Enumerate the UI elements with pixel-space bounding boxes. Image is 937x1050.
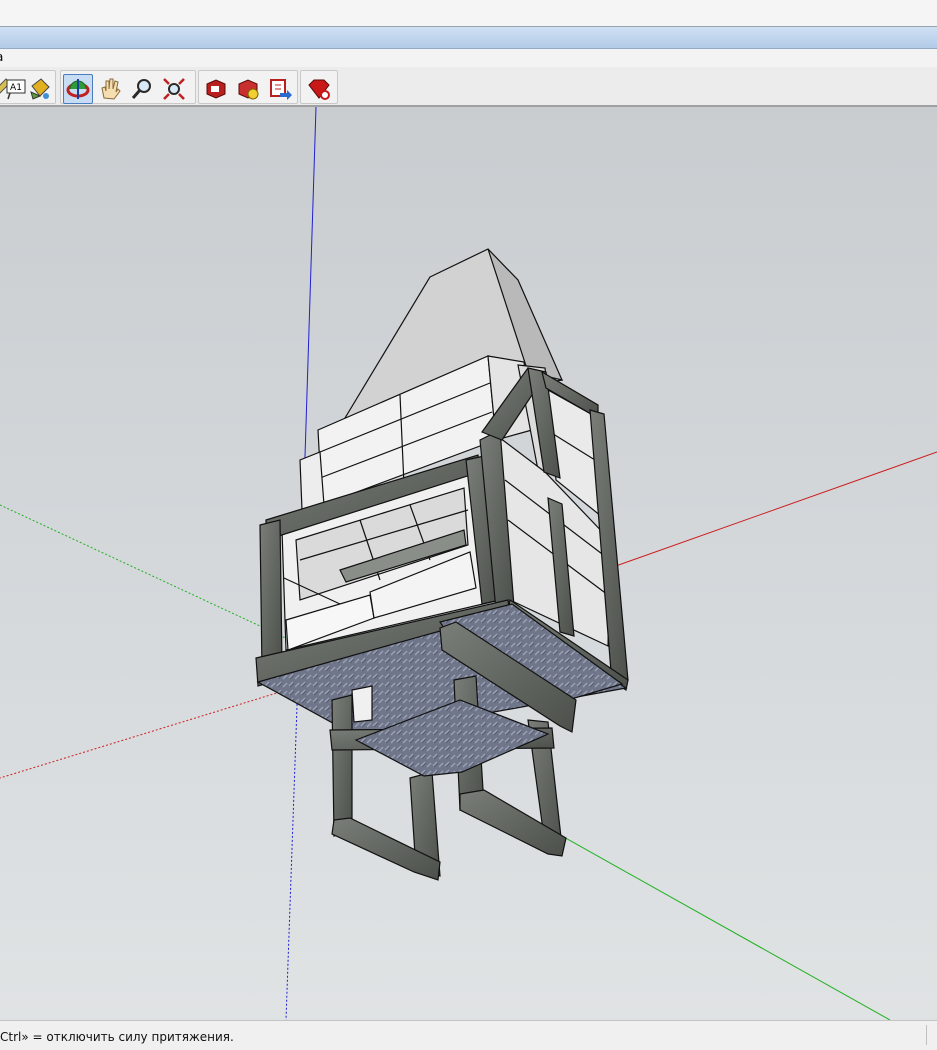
title-bar [0,27,937,49]
share-model-icon[interactable] [233,74,263,104]
text-tool-label: A1 [10,83,22,93]
menu-item-partial[interactable]: а [0,50,3,64]
modeling-viewport[interactable] [0,107,937,1020]
extension-warehouse-icon[interactable] [304,74,334,104]
toolbar-group-extensions [300,70,338,104]
get-models-icon[interactable] [201,74,231,104]
paint-bucket-icon[interactable] [25,74,55,104]
toolbar-group-warehouse [198,70,298,104]
zoom-extents-icon[interactable] [159,74,189,104]
orbit-icon[interactable] [63,74,93,104]
pan-hand-icon[interactable] [95,74,125,104]
green-axis-hidden [0,504,291,641]
toolbar-group-camera [60,70,196,104]
model-scene [0,107,937,1020]
status-separator [926,1025,927,1045]
status-hint-text: Ctrl» = отключить силу притяжения. [0,1030,234,1044]
zoom-icon[interactable] [127,74,157,104]
status-bar: Ctrl» = отключить силу притяжения. [0,1020,937,1050]
share-component-icon[interactable] [265,74,295,104]
sketchup-window: а A1 [0,0,937,1050]
window-top-area [0,0,937,27]
menu-bar: а [0,49,937,67]
toolbar: A1 [0,67,937,107]
red-axis-hidden [0,691,281,779]
toolbar-group-construction: A1 [0,70,56,104]
